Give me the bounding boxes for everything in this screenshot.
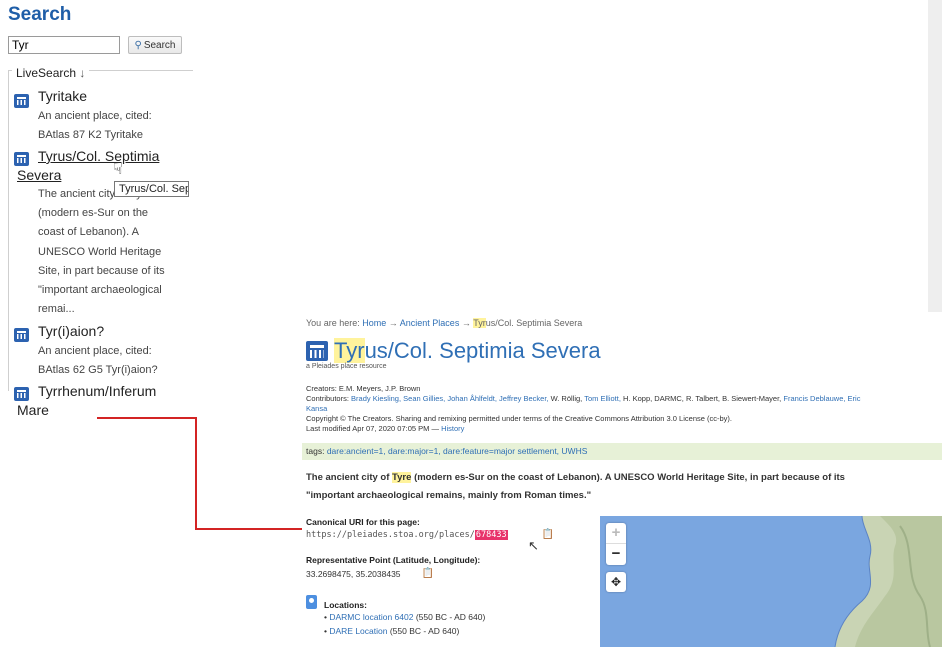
- arrow-down-icon[interactable]: ↓: [79, 66, 85, 80]
- result-desc-line: An ancient place, cited:: [38, 110, 152, 122]
- desc-text: (modern es-Sur on the coast of Lebanon).…: [414, 472, 845, 483]
- breadcrumb: You are here: Home → Ancient Places → Ty…: [306, 318, 582, 328]
- result-desc-line: "important archaeological: [38, 284, 162, 297]
- contributors-label: Contributors:: [306, 394, 349, 403]
- result-desc: The ancient city of Tyre (modern es-Sur …: [38, 185, 165, 319]
- canonical-uri-label: Canonical URI for this page:: [306, 517, 420, 527]
- last-modified-text: Last modified Apr 07, 2020 07:05 PM —: [306, 424, 439, 433]
- place-icon: [14, 328, 29, 342]
- search-heading: Search: [8, 4, 72, 25]
- place-icon: [14, 387, 29, 401]
- location-link[interactable]: DARE Location: [329, 626, 387, 636]
- result-desc-line: An ancient place, cited:: [38, 345, 152, 357]
- breadcrumb-ancient-places-link[interactable]: Ancient Places: [400, 318, 460, 328]
- page-subtitle: a Pleiades place resource: [306, 363, 387, 370]
- result-desc: An ancient place, cited: BAtlas 62 G5 Ty…: [38, 342, 158, 380]
- result-desc-line: Site, in part because of its: [38, 264, 165, 277]
- pan-button[interactable]: ✥: [606, 572, 626, 592]
- result-title-tyrus[interactable]: Tyrus/Col. Septimia: [38, 147, 159, 166]
- contributors-plain: W. Röllig,: [550, 394, 583, 403]
- mouse-pointer-icon: ↖: [528, 538, 539, 553]
- location-item: • DARMC location 6402 (550 BC - AD 640): [324, 612, 486, 622]
- title-highlight: Tyr: [334, 338, 365, 363]
- scrollbar-track: [928, 0, 942, 312]
- place-icon: [14, 94, 29, 108]
- location-item: • DARE Location (550 BC - AD 640): [324, 626, 460, 636]
- place-page: You are here: Home → Ancient Places → Ty…: [302, 312, 942, 647]
- location-pin-icon: [306, 595, 317, 609]
- representative-point-label: Representative Point (Latitude, Longitud…: [306, 555, 481, 565]
- connector-line: [97, 417, 197, 419]
- breadcrumb-prefix: You are here:: [306, 318, 360, 328]
- contributors-links[interactable]: Brady Kiesling, Sean Gillies, Johan Åhlf…: [351, 394, 548, 403]
- page-title-row: Tyrus/Col. Septimia Severa: [306, 338, 601, 364]
- coordinates: 33.2698475, 35.2038435: [306, 569, 401, 579]
- uri-prefix: https://pleiades.stoa.org/places/: [306, 530, 475, 540]
- result-desc-line: (modern es-Sur on the: [38, 207, 149, 220]
- result-desc-line: coast of Lebanon). A: [38, 226, 139, 239]
- locations-label: Locations:: [324, 600, 367, 610]
- connector-line: [195, 417, 197, 530]
- location-link[interactable]: DARMC location 6402: [329, 612, 413, 622]
- zoom-control: + −: [606, 523, 626, 565]
- breadcrumb-current-highlight: Tyr: [473, 318, 486, 328]
- result-title-tyritake[interactable]: Tyritake: [38, 87, 87, 106]
- contributors-plain: H. Kopp, DARMC, R. Talbert, B. Siewert-M…: [623, 394, 782, 403]
- last-modified: Last modified Apr 07, 2020 07:05 PM — Hi…: [306, 424, 464, 433]
- zoom-out-button[interactable]: −: [606, 544, 626, 565]
- title-rest: us/Col. Septimia Severa: [364, 338, 601, 363]
- breadcrumb-home-link[interactable]: Home: [362, 318, 386, 328]
- result-title-tyrrhenum[interactable]: Tyrrhenum/Inferum: [38, 382, 156, 401]
- place-icon: [14, 152, 29, 166]
- result-desc-line: remai...: [38, 303, 75, 316]
- place-icon: [306, 341, 328, 361]
- search-button-label: Search: [143, 39, 176, 51]
- contributors-link[interactable]: Francis Deblauwe, Eric: [783, 394, 860, 403]
- search-panel: Search ⚲ Search LiveSearch ↓ Tyritake An…: [0, 0, 200, 420]
- result-title-tyriaion[interactable]: Tyr(i)aion?: [38, 322, 104, 341]
- result-desc-line: BAtlas 62 G5 Tyr(i)aion?: [38, 364, 158, 377]
- map-terrain: [834, 516, 942, 647]
- livesearch-label: LiveSearch: [16, 66, 77, 80]
- contributors-link-cont[interactable]: Kansa: [306, 404, 327, 413]
- result-title-tyrrhenum-cont[interactable]: Mare: [17, 401, 49, 420]
- uri-id-selected[interactable]: 678433: [474, 530, 508, 540]
- hand-cursor-icon: ☟: [113, 161, 123, 178]
- copy-clipboard-icon[interactable]: 📋: [541, 529, 555, 541]
- description-line1: The ancient city of Tyre (modern es-Sur …: [306, 472, 845, 483]
- tooltip: Tyrus/Col. Septimia Severa: [114, 181, 189, 197]
- copy-clipboard-icon[interactable]: 📋: [421, 568, 435, 580]
- result-desc-line: UNESCO World Heritage: [38, 245, 162, 258]
- location-date: (550 BC - AD 640): [389, 626, 460, 636]
- tags-links[interactable]: dare:ancient=1, dare:major=1, dare:featu…: [327, 446, 588, 456]
- contributors-link[interactable]: Tom Elliott,: [584, 394, 621, 403]
- canonical-uri[interactable]: https://pleiades.stoa.org/places/678433: [306, 530, 508, 540]
- breadcrumb-separator: →: [461, 318, 471, 328]
- search-input[interactable]: [8, 36, 120, 54]
- desc-highlight: Tyre: [392, 472, 412, 483]
- result-title-tyrus-cont[interactable]: Severa: [17, 166, 61, 185]
- breadcrumb-current: us/Col. Septimia Severa: [485, 318, 583, 328]
- magnifier-icon: ⚲: [134, 39, 142, 51]
- creators: Creators: E.M. Meyers, J.P. Brown: [306, 384, 421, 393]
- map[interactable]: + − ✥: [600, 516, 942, 647]
- history-link[interactable]: History: [441, 424, 464, 433]
- location-date: (550 BC - AD 640): [415, 612, 486, 622]
- connector-line: [195, 528, 302, 530]
- result-desc: An ancient place, cited: BAtlas 87 K2 Ty…: [38, 107, 152, 145]
- search-button[interactable]: ⚲ Search: [128, 36, 182, 54]
- contributors: Contributors: Brady Kiesling, Sean Gilli…: [306, 394, 860, 403]
- page-title: Tyrus/Col. Septimia Severa: [334, 338, 601, 364]
- desc-text: The ancient city of: [306, 472, 390, 483]
- copyright: Copyright © The Creators. Sharing and re…: [306, 414, 732, 423]
- zoom-in-button[interactable]: +: [606, 523, 626, 544]
- livesearch-legend: LiveSearch ↓: [12, 66, 90, 80]
- breadcrumb-separator: →: [388, 318, 398, 328]
- result-desc-line: BAtlas 87 K2 Tyritake: [38, 129, 143, 142]
- tags-bar: tags: dare:ancient=1, dare:major=1, dare…: [302, 443, 942, 460]
- description-line2: "important archaeological remains, mainl…: [306, 490, 592, 501]
- tags-label: tags:: [306, 446, 325, 456]
